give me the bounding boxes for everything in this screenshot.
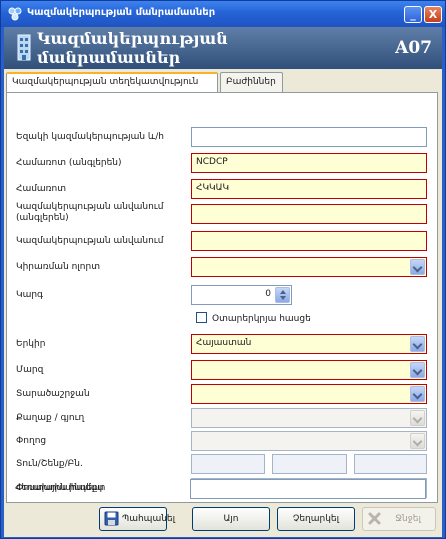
form-code: A07: [395, 38, 432, 58]
spinner-arrows-icon[interactable]: [275, 287, 290, 303]
building-icon: [17, 34, 31, 61]
chevron-down-icon: [410, 433, 425, 449]
field-of-activity-select[interactable]: [191, 257, 427, 277]
city-label: Քաղաք / գյուղ: [16, 413, 85, 423]
full-name-en-label: Կազմակերպության անվանում (անգլերեն): [16, 202, 164, 223]
region-select[interactable]: [191, 360, 427, 380]
short-name-en-field[interactable]: NCDCP: [191, 153, 427, 173]
title-bar[interactable]: Կազմակերպության մանրամասներ _ X: [1, 1, 445, 27]
button-bar: Պահպանել Այո Չեղարկել Ջնջել: [4, 505, 442, 537]
building-apartment-field[interactable]: [354, 454, 427, 474]
register-number-field[interactable]: [191, 127, 427, 147]
short-name-field[interactable]: ՀԿԿԱԿ: [191, 179, 427, 199]
delete-label: Ջնջել: [395, 514, 421, 524]
short-name-en-label: Համառոտ (անգլերեն): [16, 158, 122, 168]
region-label: Մարզ: [16, 365, 44, 375]
window-client-area: Կազմակերպության մանրամասներ A07 Կազմակեր…: [4, 27, 442, 537]
street-select[interactable]: [191, 431, 427, 451]
chevron-down-icon[interactable]: [410, 336, 425, 352]
page-header: Կազմակերպության մանրամասներ A07: [4, 27, 442, 69]
country-value: Հայաստան: [196, 338, 252, 348]
window-title: Կազմակերպության մանրամասներ: [27, 7, 216, 18]
save-button[interactable]: Պահպանել: [99, 507, 175, 531]
foreign-address-row[interactable]: Օտարերկրյա հասցե: [196, 312, 311, 324]
building-house-field[interactable]: [191, 454, 265, 474]
full-name-label: Կազմակերպության անվանում: [16, 236, 164, 246]
tab-departments[interactable]: Բաժիններ: [220, 72, 283, 92]
organization-details-window: Կազմակերպության մանրամասներ _ X Կազմակեր…: [0, 0, 446, 539]
phone-field[interactable]: [190, 479, 426, 499]
phone-label: Հեռախոսահամար: [15, 483, 106, 493]
level-stepper[interactable]: 0: [191, 285, 292, 305]
page-title: Կազմակերպության մանրամասներ: [37, 29, 228, 67]
app-icon: [8, 7, 22, 21]
foreign-address-label: Օտարերկրյա հասցե: [212, 314, 311, 324]
level-value: 0: [265, 289, 271, 299]
register-number-label: Եզակի կազմակերպության և/հ: [16, 132, 164, 142]
building-label: Տուն/Շենք/Բն.: [16, 459, 83, 469]
chevron-down-icon[interactable]: [410, 259, 425, 275]
organization-info-panel: Եզակի կազմակերպության և/հ Համառոտ (անգլե…: [6, 92, 438, 503]
community-label: Տարածաշրջան: [16, 389, 90, 399]
chevron-down-icon[interactable]: [410, 362, 425, 378]
community-select[interactable]: [191, 384, 427, 404]
country-label: Երկիր: [16, 339, 46, 349]
building-block-field[interactable]: [272, 454, 347, 474]
delete-x-icon: [368, 512, 381, 525]
close-button[interactable]: X: [424, 6, 442, 23]
street-label: Փողոց: [16, 436, 47, 446]
cancel-button[interactable]: Չեղարկել: [277, 507, 355, 531]
tab-organization-info[interactable]: Կազմակերպության տեղեկատվություն: [6, 72, 218, 93]
country-select[interactable]: Հայաստան: [191, 334, 427, 354]
delete-button[interactable]: Ջնջել: [362, 507, 436, 531]
city-select[interactable]: [191, 408, 427, 428]
field-of-activity-label: Կիրառման ոլորտ: [16, 262, 100, 272]
chevron-down-icon[interactable]: [410, 386, 425, 402]
level-label: Կարգ: [16, 290, 43, 300]
minimize-button[interactable]: _: [404, 6, 422, 23]
foreign-address-checkbox[interactable]: [196, 312, 207, 323]
floppy-disk-icon: [104, 511, 119, 526]
full-name-en-field[interactable]: [191, 204, 427, 224]
save-label: Պահպանել: [122, 514, 176, 524]
full-name-field[interactable]: [191, 231, 427, 251]
chevron-down-icon: [410, 410, 425, 426]
short-name-label: Համառոտ: [16, 184, 66, 194]
ok-button[interactable]: Այո: [192, 507, 270, 531]
